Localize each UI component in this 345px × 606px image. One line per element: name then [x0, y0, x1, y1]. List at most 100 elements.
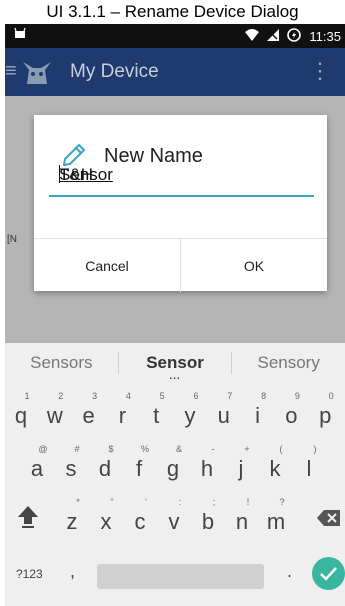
android-debug-icon [13, 27, 27, 44]
key-p[interactable]: 0p [310, 389, 340, 435]
backspace-key-icon[interactable] [317, 509, 341, 527]
key-n[interactable]: ! n [227, 495, 257, 541]
key-t[interactable]: 5t [141, 389, 171, 435]
key-hint: ' [145, 497, 147, 507]
key-hint: 5 [159, 391, 165, 401]
suggestion-more-dots: ... [169, 371, 181, 382]
key-w[interactable]: 2w [40, 389, 70, 435]
space-bar[interactable] [97, 564, 264, 589]
key-i[interactable]: 8i [243, 389, 273, 435]
key-c[interactable]: ' c [125, 495, 155, 541]
app-bar: ≡ My Device ⋮ [5, 48, 345, 96]
key-y[interactable]: 6y [175, 389, 205, 435]
check-icon [320, 567, 337, 581]
soft-keyboard: Sensors Sensor... Sensory 1q2w3e4r5t6y7u… [5, 343, 345, 606]
key-e[interactable]: 3e [74, 389, 104, 435]
key-letter: h [200, 456, 214, 481]
cancel-button[interactable]: Cancel [34, 239, 180, 292]
key-hint: ) [313, 444, 317, 454]
key-letter: k [269, 456, 281, 481]
key-hint: 3 [92, 391, 98, 401]
key-x[interactable]: " x [91, 495, 121, 541]
suggestion-left[interactable]: Sensors [5, 353, 118, 373]
key-d[interactable]: $ d [90, 442, 120, 488]
key-s[interactable]: # s [56, 442, 86, 488]
key-hint: 7 [227, 391, 233, 401]
key-hint: @ [38, 444, 48, 454]
key-m[interactable]: ? m [261, 495, 291, 541]
key-letter: t [153, 403, 160, 428]
ok-button[interactable]: OK [180, 239, 327, 292]
key-letter: n [235, 509, 249, 534]
key-row-3: * z " x ' c: v; b! n? m [5, 495, 345, 545]
key-r[interactable]: 4r [107, 389, 137, 435]
key-hint: " [110, 497, 114, 507]
status-bar: 11:35 [5, 24, 345, 48]
key-b[interactable]: ; b [193, 495, 223, 541]
key-letter: v [168, 509, 180, 534]
key-o[interactable]: 9o [276, 389, 306, 435]
key-hint: 6 [193, 391, 199, 401]
key-letter: z [66, 509, 78, 534]
suggestion-right[interactable]: Sensory [232, 353, 345, 373]
done-key[interactable] [312, 557, 345, 590]
key-z[interactable]: * z [57, 495, 87, 541]
period-key[interactable]: . [287, 561, 292, 582]
input-text-word: Sensor [59, 165, 113, 184]
menu-icon[interactable]: ≡ [5, 60, 17, 83]
shift-key-icon[interactable] [15, 503, 41, 529]
dialog-buttons: Cancel OK [34, 238, 327, 292]
symbols-key[interactable]: ?123 [16, 567, 43, 581]
key-letter: a [30, 456, 44, 481]
key-row-2: @ a # s $ d% f & g - h + j(k) l [5, 442, 345, 492]
key-hint: # [74, 444, 80, 454]
key-l[interactable]: ) l [294, 442, 324, 488]
key-hint: % [140, 444, 149, 454]
comma-key[interactable]: , [70, 561, 75, 582]
key-hint: : [178, 497, 182, 507]
key-v[interactable]: :v [159, 495, 189, 541]
key-hint: - [211, 444, 215, 454]
key-hint: 0 [328, 391, 334, 401]
overflow-menu-icon[interactable]: ⋮ [309, 58, 331, 84]
key-u[interactable]: 7u [209, 389, 239, 435]
app-title: My Device [70, 61, 159, 82]
key-g[interactable]: & g [158, 442, 188, 488]
key-hint: $ [108, 444, 114, 454]
device-name-input[interactable]: T&H Sensor [49, 165, 314, 197]
key-h[interactable]: -h [192, 442, 222, 488]
key-f[interactable]: % f [124, 442, 154, 488]
key-letter: s [65, 456, 77, 481]
key-letter: o [285, 403, 298, 428]
key-letter: f [135, 456, 143, 481]
pencil-icon [62, 143, 86, 167]
key-letter: j [238, 456, 244, 481]
key-q[interactable]: 1q [6, 389, 36, 435]
key-hint: * [76, 497, 80, 507]
key-letter: g [166, 456, 180, 481]
key-k[interactable]: (k [260, 442, 290, 488]
key-hint: ! [246, 497, 250, 507]
key-letter: q [14, 403, 28, 428]
status-icons: 11:35 [245, 28, 341, 45]
key-hint: 8 [261, 391, 267, 401]
suggestion-center[interactable]: Sensor... [119, 353, 232, 382]
key-hint: + [244, 444, 250, 454]
app-logo-icon [17, 58, 57, 86]
key-a[interactable]: @ a [22, 442, 52, 488]
no-signal-icon [267, 29, 280, 44]
key-letter: d [98, 456, 112, 481]
key-letter: p [319, 403, 332, 428]
key-letter: b [201, 509, 215, 534]
key-letter: u [217, 403, 230, 428]
key-hint: 1 [24, 391, 30, 401]
wifi-icon [245, 29, 260, 44]
background-text: [N [7, 234, 17, 245]
key-hint: 2 [58, 391, 64, 401]
battery-saver-icon [287, 28, 302, 45]
suggestion-strip: Sensors Sensor... Sensory [5, 343, 345, 383]
rename-dialog: New Name T&H Sensor Cancel OK [34, 115, 327, 292]
key-j[interactable]: + j [226, 442, 256, 488]
key-letter: m [266, 509, 286, 534]
key-letter: c [134, 509, 146, 534]
